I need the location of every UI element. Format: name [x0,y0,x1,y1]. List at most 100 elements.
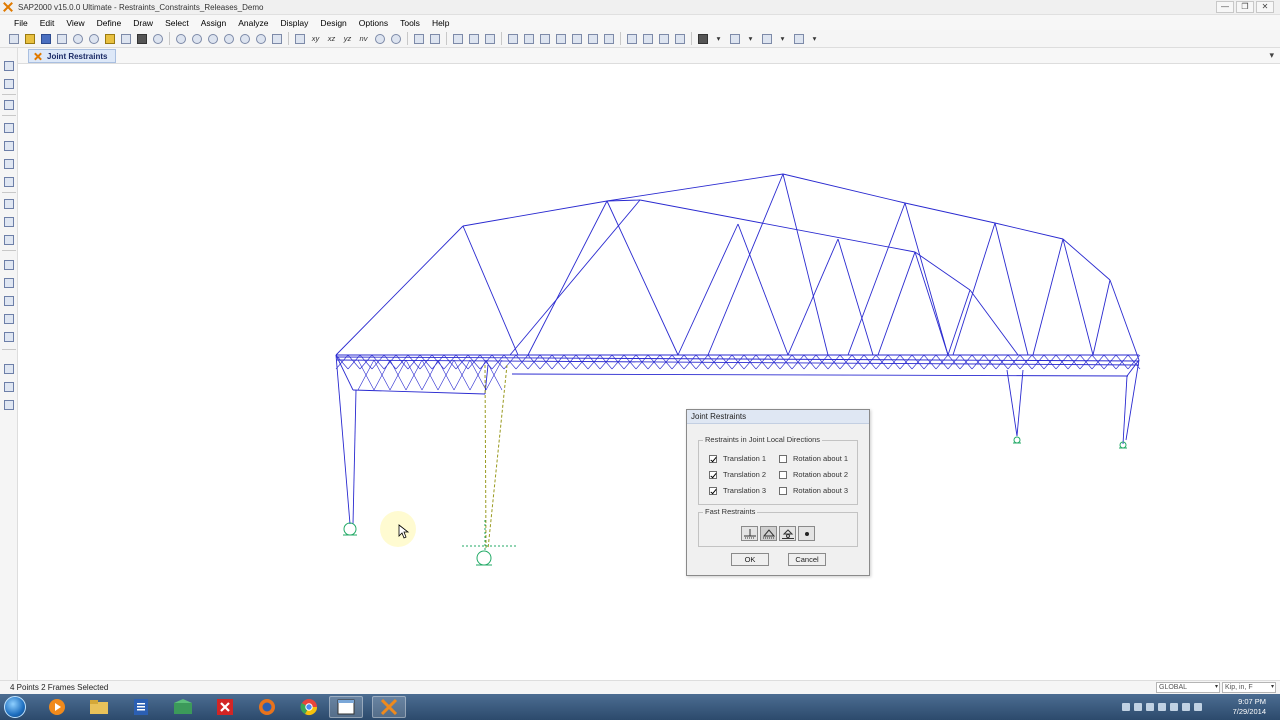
menu-tools[interactable]: Tools [394,18,426,28]
free-restraint-button[interactable] [798,526,815,541]
frame-member[interactable] [787,238,839,356]
draw-poly-area-button[interactable] [3,198,15,210]
restore-view-button[interactable] [205,32,220,46]
selected-frame[interactable] [487,364,508,550]
taskbar-xmind[interactable] [208,696,242,718]
open-button[interactable] [22,32,37,46]
frame-member[interactable] [606,173,784,202]
units-dropdown[interactable]: Kip, in, F ▾ [1222,682,1276,693]
section-designer-button[interactable] [695,32,710,46]
frame-member[interactable] [677,223,739,356]
frame-member[interactable] [527,200,608,356]
tray-app-icon[interactable] [1146,703,1154,711]
pan-button[interactable] [269,32,284,46]
roller-restraint-button[interactable] [779,526,796,541]
influence-lines-button[interactable] [656,32,671,46]
start-button[interactable] [4,696,26,718]
support-restraint-icon[interactable] [343,522,357,536]
view-options-button[interactable] [727,32,742,46]
checkbox-checked-icon[interactable] [709,486,717,495]
frame-member[interactable] [1125,359,1140,441]
taskbar-media-player[interactable] [40,696,74,718]
draw-joint-button[interactable] [3,99,15,111]
cancel-button[interactable]: Cancel [788,553,826,566]
maximize-button[interactable]: ❐ [1236,1,1254,13]
frame-member[interactable] [509,199,641,356]
zoom-step-in-button[interactable] [237,32,252,46]
show-hidden-icons[interactable] [1122,703,1130,711]
tab-menu-chevron-icon[interactable]: ▾ [1269,50,1274,61]
frame-member[interactable] [914,251,949,356]
get-previous-selection-button[interactable] [3,277,15,289]
menu-view[interactable]: View [60,18,90,28]
select-parallel-button[interactable] [3,331,15,343]
intersecting-line-select-button[interactable] [3,313,15,325]
frame-member[interactable] [877,251,916,356]
draw-frame-cable-button[interactable] [3,122,15,134]
zoom-previous-button[interactable] [221,32,236,46]
print-button[interactable] [54,32,69,46]
xz-view-button[interactable]: xz [324,32,339,46]
taskbar-hp-app[interactable] [166,696,200,718]
quick-draw-frame-button[interactable] [3,140,15,152]
frame-member[interactable] [994,222,1029,356]
menu-analyze[interactable]: Analyze [232,18,274,28]
frame-member[interactable] [952,222,996,356]
save-button[interactable] [38,32,53,46]
taskbar-window-switcher[interactable] [329,696,363,718]
new-model-button[interactable] [6,32,21,46]
taskbar-chrome[interactable] [292,696,326,718]
nv-view-button[interactable]: nv [356,32,371,46]
network-icon[interactable] [1170,703,1178,711]
frame-member[interactable] [462,200,608,227]
quick-draw-braces-button[interactable] [3,158,15,170]
pointer-tool-button[interactable] [3,60,15,72]
rotation-1-checkbox[interactable]: Rotation about 1 [779,454,848,463]
perspective-button[interactable] [388,32,403,46]
rotation-3-checkbox[interactable]: Rotation about 3 [779,486,848,495]
frame-member[interactable] [352,389,486,395]
checkbox-unchecked-icon[interactable] [779,454,787,463]
show-forces-button[interactable] [553,32,568,46]
rotation-2-checkbox[interactable]: Rotation about 2 [779,470,848,479]
frame-member[interactable] [837,238,874,356]
frame-member[interactable] [782,173,906,204]
calculator-button[interactable] [601,32,616,46]
show-undeformed-button[interactable] [482,32,497,46]
set-display-options-button[interactable] [450,32,465,46]
menu-draw[interactable]: Draw [127,18,159,28]
coordinate-system-dropdown[interactable]: GLOBAL ▾ [1156,682,1220,693]
frame-member[interactable] [847,202,906,356]
draw-frame-button[interactable] [505,32,520,46]
reshape-tool-button[interactable] [3,78,15,90]
menu-design[interactable]: Design [314,18,352,28]
translation-1-checkbox[interactable]: Translation 1 [709,454,766,463]
support-restraint-icon[interactable] [1013,436,1021,444]
view-options-dropdown[interactable]: ▾ [743,32,758,46]
zoom-step-out-button[interactable] [253,32,268,46]
frame-member[interactable] [511,373,1129,377]
translation-3-checkbox[interactable]: Translation 3 [709,486,766,495]
ok-button[interactable]: OK [731,553,769,566]
redo-button[interactable] [86,32,101,46]
3d-view-button[interactable] [292,32,307,46]
checkbox-checked-icon[interactable] [709,454,717,463]
menu-options[interactable]: Options [353,18,394,28]
frame-member[interactable] [904,202,949,356]
frame-member[interactable] [914,251,971,291]
menu-help[interactable]: Help [426,18,455,28]
frame-member[interactable] [947,289,971,356]
checkbox-unchecked-icon[interactable] [779,470,787,479]
tray-app-icon[interactable] [1134,703,1142,711]
frame-member[interactable] [782,173,829,356]
frame-member[interactable] [606,200,679,356]
draw-link-button[interactable] [3,176,15,188]
frame-member[interactable] [1109,279,1140,361]
snap-to-ends-button[interactable] [3,381,15,393]
tab-joint-restraints[interactable]: Joint Restraints [28,49,117,63]
snap-to-lines-button[interactable] [3,399,15,411]
clear-selection-button[interactable] [3,295,15,307]
volume-icon[interactable] [1182,703,1190,711]
move-down-button[interactable] [427,32,442,46]
taskbar-sap2000[interactable] [372,696,406,718]
